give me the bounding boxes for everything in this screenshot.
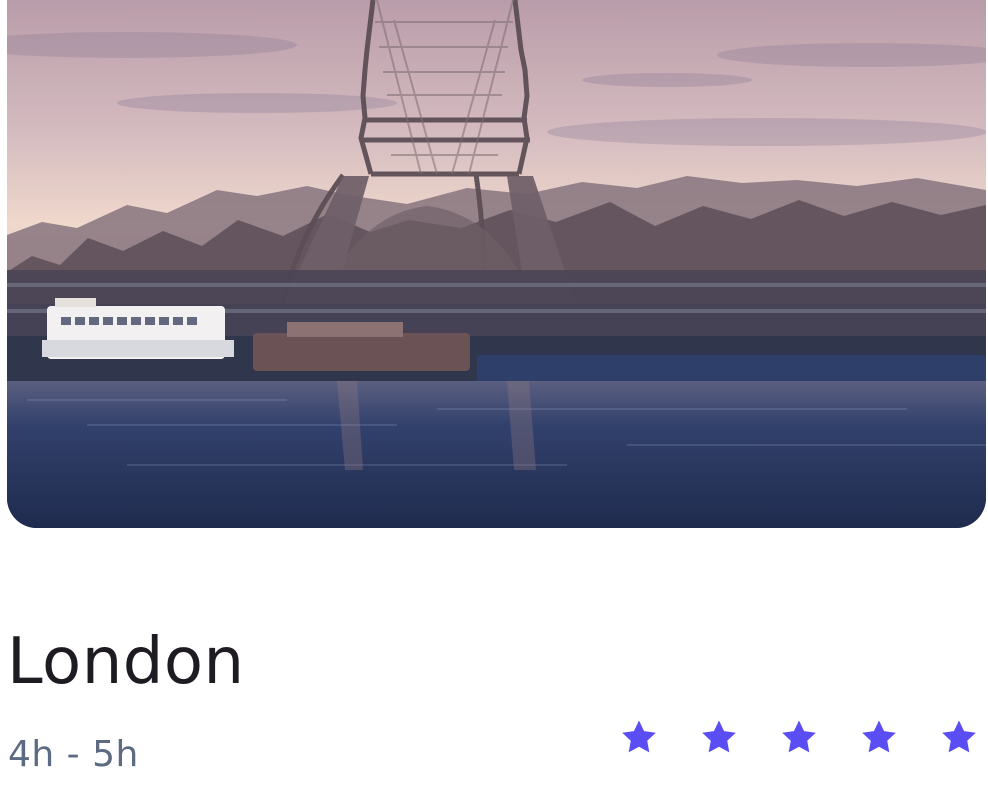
trip-duration: 4h - 5h bbox=[8, 734, 139, 775]
star-rating bbox=[618, 716, 980, 760]
star-icon bbox=[938, 716, 980, 760]
star-icon bbox=[698, 716, 740, 760]
hero-photo[interactable] bbox=[7, 0, 986, 528]
star-icon bbox=[858, 716, 900, 760]
star-icon bbox=[618, 716, 660, 760]
paris-photo-image bbox=[7, 0, 986, 528]
destination-title: London bbox=[7, 625, 245, 699]
star-icon bbox=[778, 716, 820, 760]
destination-card[interactable]: London 4h - 5h bbox=[0, 0, 988, 810]
